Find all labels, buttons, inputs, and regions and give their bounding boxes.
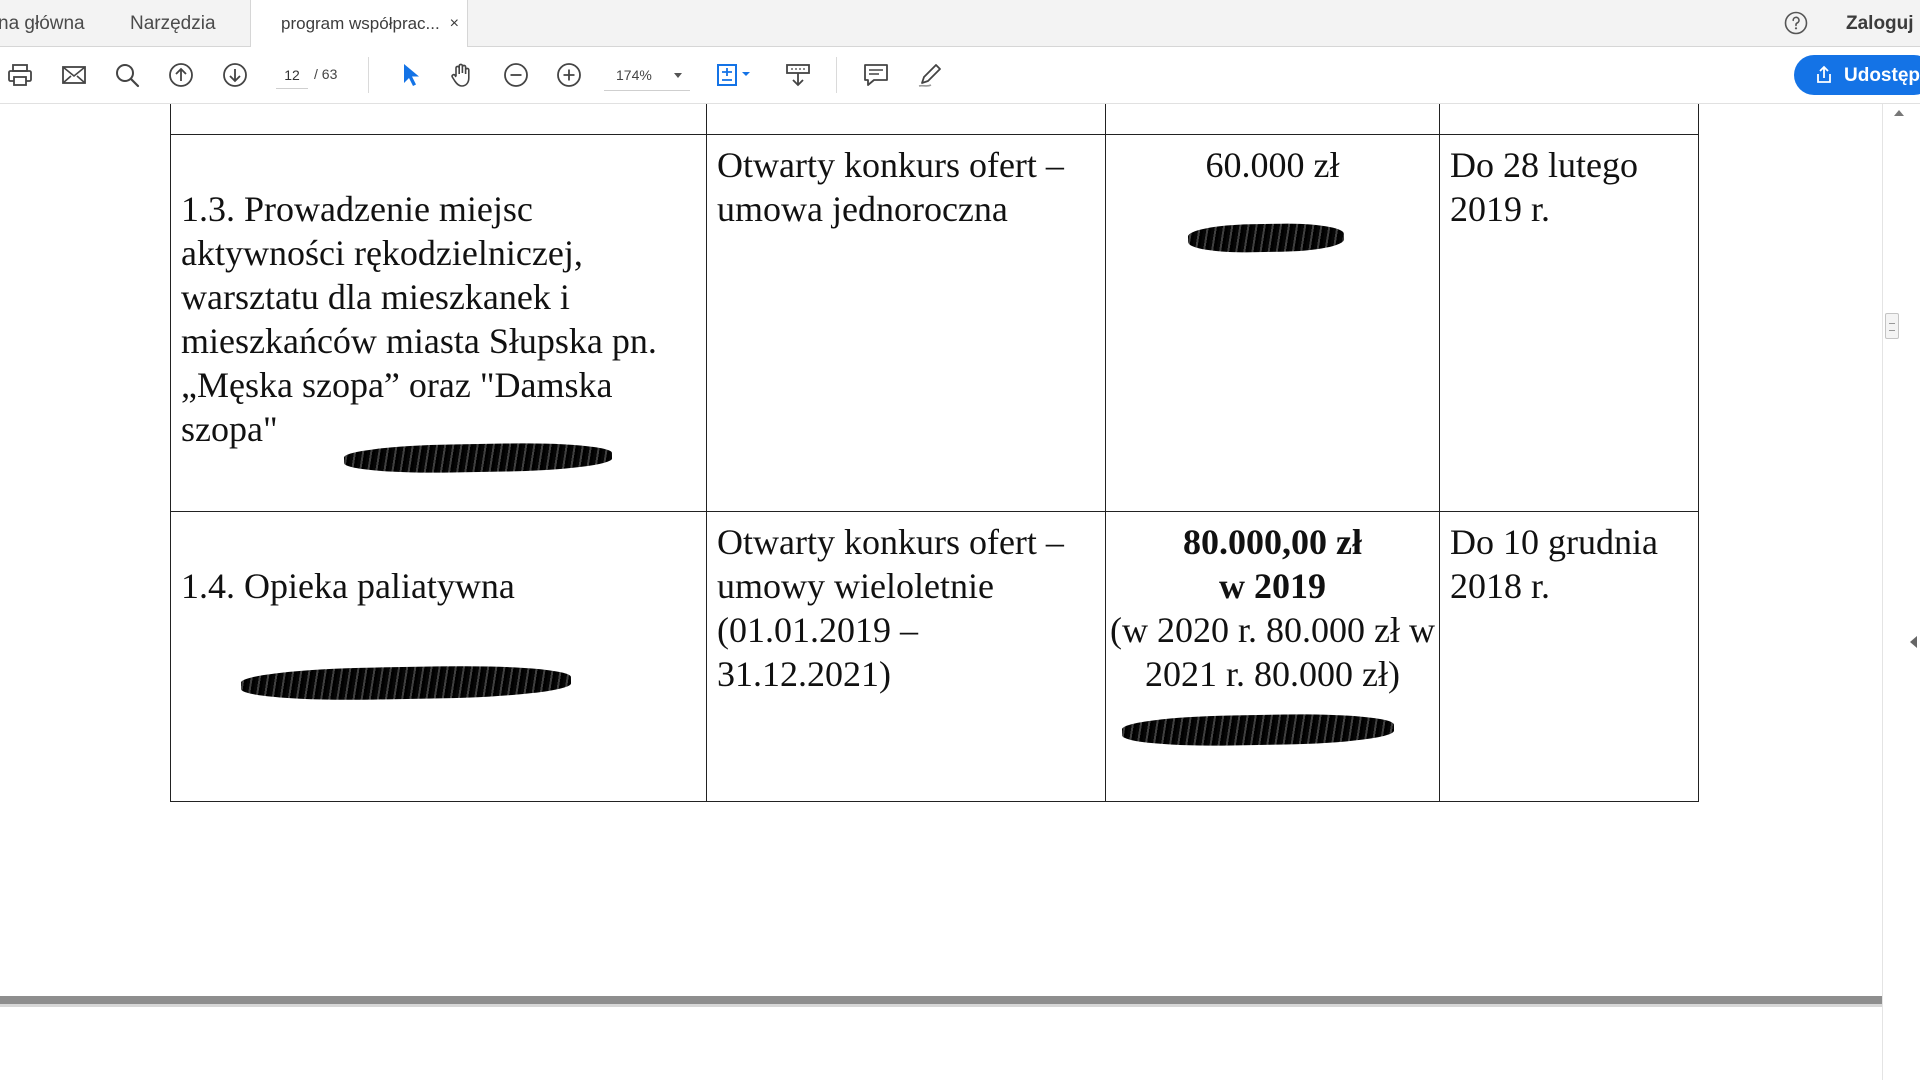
- amount-details: (w 2020 r. 80.000 zł w 2021 r. 80.000 zł…: [1110, 610, 1435, 694]
- table-cell: [1105, 104, 1440, 135]
- search-icon[interactable]: [113, 61, 141, 89]
- table-cell: [170, 104, 707, 135]
- amount-year: w 2019: [1219, 566, 1326, 606]
- redaction-mark: [1187, 222, 1345, 254]
- table-cell: [1439, 104, 1699, 135]
- tab-document-label: program współprac...: [281, 14, 440, 33]
- share-label: Udostęp: [1844, 65, 1920, 86]
- table-cell: Otwarty konkurs ofert – umowa jednoroczn…: [706, 134, 1106, 512]
- tab-bar: na główna Narzędzia program współprac...…: [0, 0, 1920, 48]
- table-cell: Otwarty konkurs ofert – umowy wieloletni…: [706, 511, 1106, 802]
- tab-document[interactable]: program współprac... ×: [250, 0, 468, 48]
- table-row: 1.3. Prowadzenie miejsc aktywności rękod…: [170, 134, 1699, 512]
- arrow-up-circle-icon[interactable]: [167, 61, 195, 89]
- fit-page-icon[interactable]: [715, 61, 755, 89]
- amount: 80.000,00 zł: [1183, 522, 1362, 562]
- zoom-out-icon[interactable]: [502, 61, 530, 89]
- mail-icon[interactable]: [60, 61, 88, 89]
- select-cursor-icon[interactable]: [396, 61, 424, 89]
- chevron-down-icon: [674, 73, 682, 78]
- help-icon[interactable]: [1784, 11, 1808, 35]
- login-link[interactable]: Zaloguj: [1846, 0, 1914, 47]
- comment-icon[interactable]: [862, 61, 890, 89]
- redaction-mark: [240, 664, 572, 702]
- table-cell: 60.000 zł: [1105, 134, 1440, 512]
- scrollbar-thumb[interactable]: [1885, 313, 1899, 339]
- table-cell: 1.3. Prowadzenie miejsc aktywności rękod…: [170, 134, 707, 512]
- hand-icon[interactable]: [448, 61, 476, 89]
- toolbar-divider: [836, 57, 837, 93]
- toolbar: / 63 174% Udostęp: [0, 47, 1920, 104]
- task-name: 1.4. Opieka paliatywna: [181, 566, 515, 606]
- arrow-down-circle-icon[interactable]: [221, 61, 249, 89]
- toolbar-divider: [368, 57, 369, 93]
- scroll-up-icon[interactable]: [1894, 110, 1904, 116]
- document-table: 1.3. Prowadzenie miejsc aktywności rękod…: [170, 104, 1699, 802]
- vertical-scrollbar[interactable]: [1882, 104, 1920, 1080]
- zoom-select[interactable]: 174%: [604, 60, 690, 91]
- page-separator: [0, 996, 1882, 1004]
- chevron-left-icon[interactable]: [1910, 636, 1917, 648]
- table-cell: Do 10 grudnia 2018 r.: [1439, 511, 1699, 802]
- table-cell: 80.000,00 zł w 2019 (w 2020 r. 80.000 zł…: [1105, 511, 1440, 802]
- tab-tools[interactable]: Narzędzia: [130, 0, 216, 47]
- deadline: Do 28 lutego 2019 r.: [1450, 145, 1638, 229]
- page-separator-shadow: [0, 1004, 1882, 1007]
- table-cell: [706, 104, 1106, 135]
- share-icon: [1814, 65, 1834, 85]
- tab-home[interactable]: na główna: [0, 0, 85, 47]
- page-total: / 63: [314, 66, 338, 82]
- pen-icon[interactable]: [916, 61, 944, 89]
- procedure-mode: Otwarty konkurs ofert – umowa jednoroczn…: [717, 145, 1064, 229]
- share-button[interactable]: Udostęp: [1794, 55, 1920, 95]
- scroll-mode-icon[interactable]: [784, 61, 812, 89]
- deadline: Do 10 grudnia 2018 r.: [1450, 522, 1658, 606]
- task-name: 1.3. Prowadzenie miejsc aktywności rękod…: [181, 189, 657, 449]
- zoom-value: 174%: [616, 67, 652, 83]
- close-icon[interactable]: ×: [450, 0, 459, 47]
- amount: 60.000 zł: [1205, 145, 1340, 185]
- document-viewport[interactable]: 1.3. Prowadzenie miejsc aktywności rękod…: [0, 104, 1882, 1080]
- table-row: 1.4. Opieka paliatywna Otwarty konkurs o…: [170, 511, 1699, 802]
- page-number-input[interactable]: [276, 62, 308, 89]
- table-cell: Do 28 lutego 2019 r.: [1439, 134, 1699, 512]
- table-cell: 1.4. Opieka paliatywna: [170, 511, 707, 802]
- table-row: [170, 104, 1699, 135]
- print-icon[interactable]: [6, 61, 34, 89]
- redaction-mark: [1121, 712, 1395, 748]
- procedure-mode: Otwarty konkurs ofert – umowy wieloletni…: [717, 522, 1064, 694]
- zoom-in-icon[interactable]: [555, 61, 583, 89]
